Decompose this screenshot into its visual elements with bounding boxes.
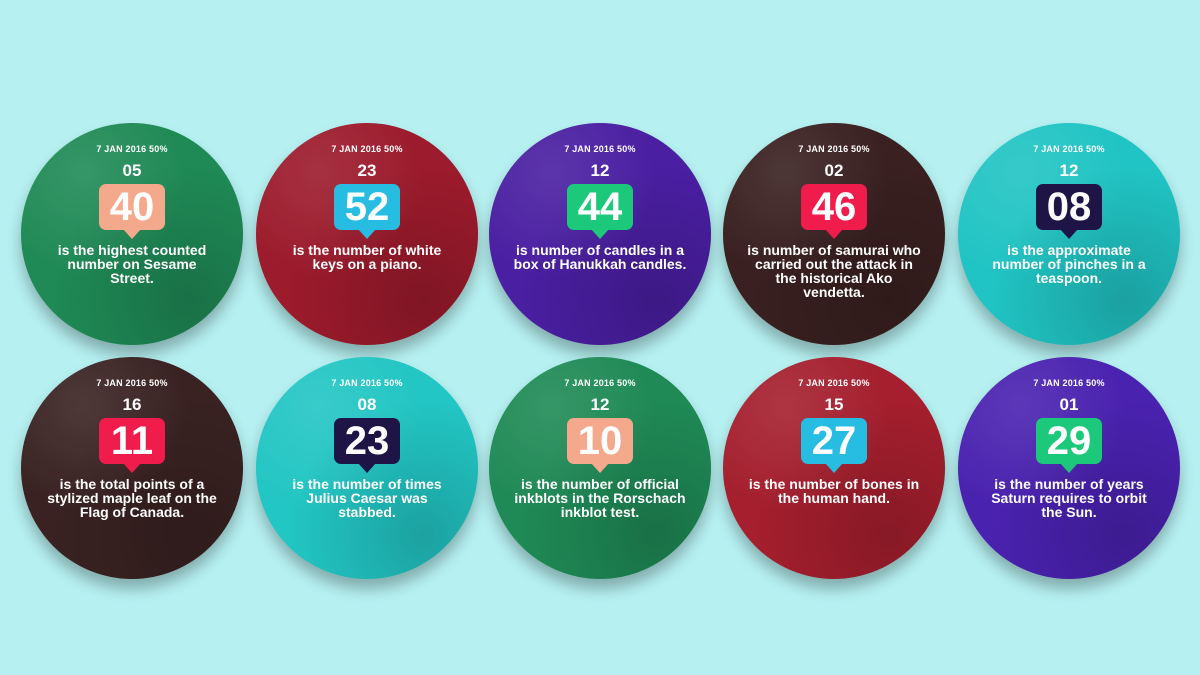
badge-tail: [825, 229, 843, 239]
watch-face-hand-bones[interactable]: 7 JAN 2016 50% 15 27 is the number of bo…: [723, 357, 945, 579]
face-small-number: 23: [357, 161, 377, 180]
face-badge: 29: [1036, 418, 1102, 473]
face-small-number: 12: [590, 161, 610, 180]
face-big-number: 08: [1046, 185, 1092, 229]
watch-face-hanukkah[interactable]: 7 JAN 2016 50% 12 44 is number of candle…: [489, 123, 711, 345]
face-caption: is number of samurai who carried out the…: [747, 242, 921, 300]
badge-tail: [591, 463, 609, 473]
face-small-number: 02: [824, 161, 844, 180]
watch-face-gallery: 7 JAN 2016 50% 05 40 is the highest coun…: [0, 0, 1200, 675]
face-badge: 08: [1036, 184, 1102, 239]
face-date: 7 JAN 2016 50%: [331, 144, 403, 154]
face-caption: is the number of white keys on a piano.: [292, 242, 442, 272]
face-badge: 11: [99, 418, 165, 473]
badge-tail: [358, 229, 376, 239]
face-date: 7 JAN 2016 50%: [96, 378, 168, 388]
watch-face-caesar[interactable]: 7 JAN 2016 50% 08 23 is the number of ti…: [256, 357, 478, 579]
badge-tail: [358, 463, 376, 473]
face-date: 7 JAN 2016 50%: [1033, 144, 1105, 154]
badge-tail: [123, 229, 141, 239]
face-badge: 44: [567, 184, 633, 239]
face-caption: is the number of bones in the human hand…: [748, 476, 920, 506]
face-small-number: 05: [122, 161, 142, 180]
face-big-number: 44: [577, 185, 623, 229]
face-date: 7 JAN 2016 50%: [798, 378, 870, 388]
face-caption: is the number of official inkblots in th…: [514, 476, 686, 520]
face-date: 7 JAN 2016 50%: [564, 378, 636, 388]
face-caption: is the number of years Saturn requires t…: [991, 476, 1147, 520]
face-small-number: 08: [357, 395, 377, 414]
watch-face-saturn[interactable]: 7 JAN 2016 50% 01 29 is the number of ye…: [958, 357, 1180, 579]
face-date: 7 JAN 2016 50%: [1033, 378, 1105, 388]
watch-face-sesame[interactable]: 7 JAN 2016 50% 05 40 is the highest coun…: [21, 123, 243, 345]
face-big-number: 11: [110, 419, 154, 463]
face-big-number: 46: [811, 185, 857, 229]
face-caption: is the number of times Julius Caesar was…: [292, 476, 442, 520]
badge-tail: [123, 463, 141, 473]
face-caption: is the total points of a stylized maple …: [47, 476, 217, 520]
face-big-number: 52: [344, 185, 390, 229]
face-badge: 46: [801, 184, 867, 239]
face-badge: 40: [99, 184, 165, 239]
face-small-number: 15: [824, 395, 844, 414]
face-badge: 23: [334, 418, 400, 473]
badge-tail: [1060, 463, 1078, 473]
face-small-number: 16: [122, 395, 142, 414]
face-caption: is the approximate number of pinches in …: [992, 242, 1146, 286]
face-big-number: 23: [344, 419, 390, 463]
face-date: 7 JAN 2016 50%: [96, 144, 168, 154]
badge-tail: [591, 229, 609, 239]
badge-tail: [825, 463, 843, 473]
face-small-number: 12: [1059, 161, 1079, 180]
face-badge: 10: [567, 418, 633, 473]
face-small-number: 01: [1059, 395, 1079, 414]
face-date: 7 JAN 2016 50%: [331, 378, 403, 388]
face-big-number: 40: [109, 185, 155, 229]
face-date: 7 JAN 2016 50%: [798, 144, 870, 154]
face-big-number: 10: [577, 419, 623, 463]
face-caption: is the highest counted number on Sesame …: [57, 242, 207, 286]
face-big-number: 29: [1046, 419, 1092, 463]
face-badge: 52: [334, 184, 400, 239]
watch-face-samurai[interactable]: 7 JAN 2016 50% 02 46 is number of samura…: [723, 123, 945, 345]
badge-tail: [1060, 229, 1078, 239]
watch-face-rorschach[interactable]: 7 JAN 2016 50% 12 10 is the number of of…: [489, 357, 711, 579]
face-small-number: 12: [590, 395, 610, 414]
face-badge: 27: [801, 418, 867, 473]
watch-face-maple-leaf[interactable]: 7 JAN 2016 50% 16 11 is the total points…: [21, 357, 243, 579]
face-caption: is number of candles in a box of Hanukka…: [513, 242, 687, 272]
face-big-number: 27: [811, 419, 857, 463]
watch-face-teaspoon[interactable]: 7 JAN 2016 50% 12 08 is the approximate …: [958, 123, 1180, 345]
face-date: 7 JAN 2016 50%: [564, 144, 636, 154]
watch-face-piano[interactable]: 7 JAN 2016 50% 23 52 is the number of wh…: [256, 123, 478, 345]
